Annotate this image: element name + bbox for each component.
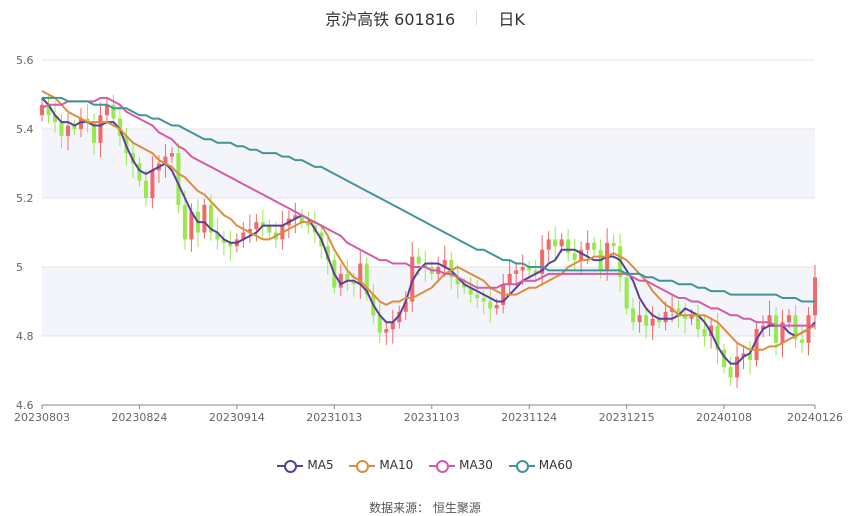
candle-body	[650, 318, 655, 326]
candle-body	[546, 239, 551, 250]
legend-marker-ma10	[349, 459, 376, 473]
candle-body	[799, 339, 805, 343]
candle[interactable]	[299, 209, 304, 229]
candle-body	[767, 315, 772, 326]
x-tick-label: 20231215	[599, 411, 655, 424]
candle-body	[507, 273, 512, 285]
y-tick-label: 5	[16, 261, 23, 274]
candle[interactable]	[241, 222, 246, 248]
candle-body	[812, 277, 818, 316]
candle[interactable]	[553, 226, 558, 261]
candle-body	[98, 115, 103, 143]
candle-body	[559, 239, 564, 247]
candle-body	[488, 301, 493, 309]
candle-body	[572, 253, 577, 261]
candle-body	[735, 356, 740, 378]
candle-body	[611, 242, 616, 247]
y-axis: 5.65.45.254.84.6	[16, 54, 34, 412]
legend-item-ma30[interactable]: MA30	[429, 458, 493, 473]
y-tick-label: 5.4	[16, 123, 34, 136]
candle[interactable]	[572, 238, 577, 271]
candle-body	[585, 242, 590, 250]
y-tick-label: 5.6	[16, 54, 34, 67]
legend-item-ma10[interactable]: MA10	[349, 458, 413, 473]
candle-body	[416, 256, 421, 264]
candle-body	[267, 225, 272, 233]
candle-body	[728, 367, 733, 378]
kline-chart: 5.65.45.254.84.6 20230803 20230824 2023091…	[14, 54, 843, 424]
candle-body	[631, 308, 636, 323]
candle[interactable]	[202, 198, 207, 239]
candle-body	[592, 242, 597, 250]
candle-body	[390, 322, 395, 330]
candle[interactable]	[748, 340, 753, 375]
legend-marker-ma60	[508, 459, 535, 473]
legend-marker-ma30	[429, 459, 456, 473]
x-tick-label: 20231013	[306, 411, 362, 424]
candle[interactable]	[280, 211, 285, 250]
candle[interactable]	[267, 219, 272, 239]
candle-body	[481, 298, 486, 302]
candle[interactable]	[735, 342, 740, 388]
legend: MA5 MA10 MA30 MA60	[0, 458, 850, 473]
y-tick-label: 5.2	[16, 192, 34, 205]
x-tick-label: 20230824	[111, 411, 167, 424]
candle-body	[143, 180, 148, 198]
candle-body	[189, 211, 194, 240]
candle-body	[182, 204, 187, 240]
x-tick-label: 20230803	[14, 411, 70, 424]
candle-body	[39, 104, 45, 116]
candle-body	[644, 315, 649, 326]
candle-body	[169, 153, 174, 157]
candle[interactable]	[286, 210, 291, 239]
grid-layer	[42, 59, 815, 406]
candle-body	[150, 170, 155, 198]
candle-body	[520, 267, 525, 271]
candle[interactable]	[228, 230, 233, 261]
candle[interactable]	[221, 231, 226, 256]
candle-body	[202, 204, 207, 233]
x-axis: 20230803 20230824 20230914 20231013 20231103…	[14, 404, 843, 424]
x-tick-label: 20240108	[696, 411, 752, 424]
candle-body	[624, 277, 629, 309]
candle-body	[65, 125, 70, 136]
candle-body	[59, 122, 64, 136]
candle-body	[702, 329, 707, 336]
candle[interactable]	[566, 229, 571, 262]
x-tick-label: 20230914	[209, 411, 265, 424]
candle[interactable]	[195, 199, 200, 247]
candle[interactable]	[176, 142, 181, 214]
candle-body	[254, 222, 259, 230]
data-source: 数据来源： 恒生聚源	[369, 501, 481, 515]
candle[interactable]	[39, 98, 45, 122]
candle[interactable]	[592, 236, 597, 256]
candle-body	[663, 311, 668, 323]
legend-marker-ma5	[277, 459, 304, 473]
candle-body	[514, 270, 519, 274]
candle[interactable]	[546, 231, 551, 263]
candle-body	[345, 273, 350, 281]
candle-body	[384, 329, 389, 333]
candle[interactable]	[85, 104, 90, 133]
x-tick-label: 20231124	[501, 411, 557, 424]
candle-body	[787, 315, 792, 323]
candle[interactable]	[247, 214, 252, 243]
candle-body	[566, 239, 571, 254]
legend-item-ma5[interactable]: MA5	[277, 458, 334, 473]
candle-body	[553, 239, 558, 247]
candle-body	[637, 315, 642, 323]
candle-body	[494, 304, 499, 309]
candle-body	[774, 315, 779, 343]
y-tick-label: 4.8	[16, 330, 34, 343]
x-tick-label: 20231103	[404, 411, 460, 424]
x-tick-label: 20240126	[787, 411, 843, 424]
candle[interactable]	[104, 98, 109, 122]
candle[interactable]	[611, 234, 616, 259]
candle-body	[475, 294, 480, 299]
legend-item-ma60[interactable]: MA60	[508, 458, 573, 473]
candle[interactable]	[624, 271, 629, 315]
